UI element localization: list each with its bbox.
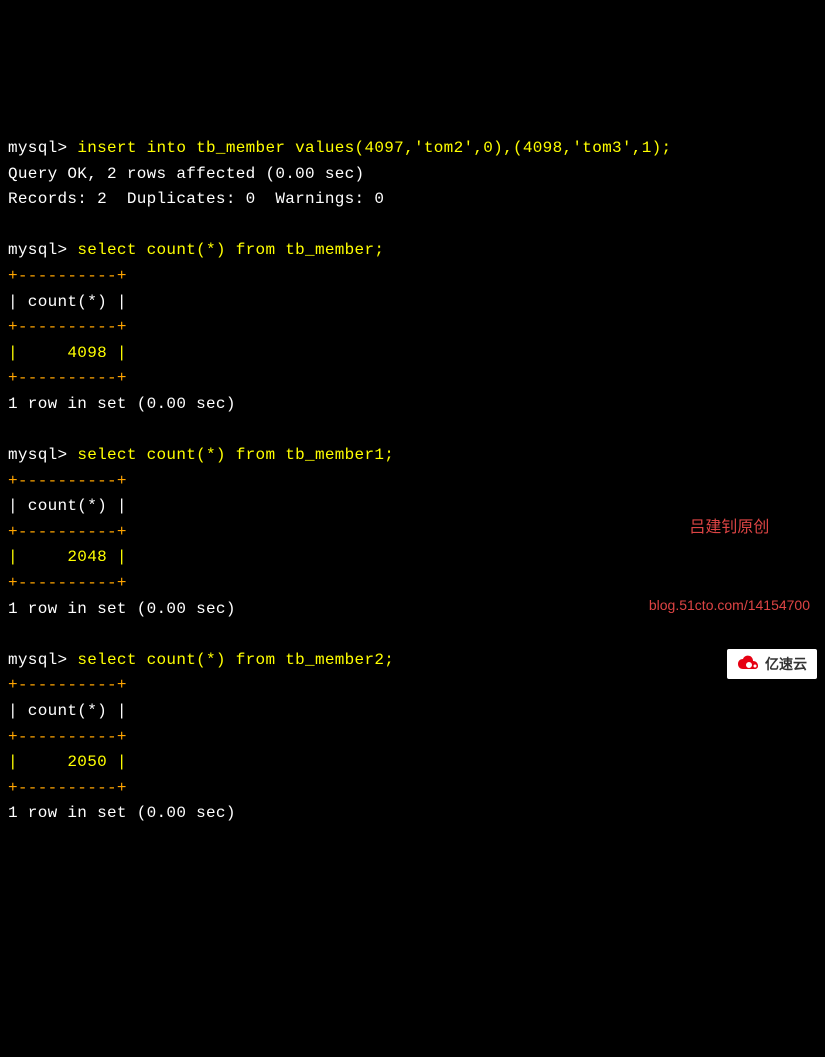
table-header: | count(*) | (8, 293, 127, 311)
sql-select-command: select count(*) from tb_member1; (77, 446, 394, 464)
table-border: +----------+ (8, 676, 127, 694)
table-border: +----------+ (8, 472, 127, 490)
mysql-prompt: mysql> select count(*) from tb_member2; (8, 651, 394, 669)
query-footer: 1 row in set (0.00 sec) (8, 395, 236, 413)
sql-insert-command: insert into tb_member values(4097,'tom2'… (77, 139, 671, 157)
watermark-url: blog.51cto.com/14154700 (649, 594, 810, 616)
table-border: +----------+ (8, 728, 127, 746)
table-border: +----------+ (8, 318, 127, 336)
table-border: +----------+ (8, 369, 127, 387)
cloud-icon (737, 655, 761, 673)
logo-text: 亿速云 (765, 653, 807, 675)
sql-select-command: select count(*) from tb_member; (77, 241, 384, 259)
table-border: +----------+ (8, 267, 127, 285)
table-border: +----------+ (8, 523, 127, 541)
table-border: +----------+ (8, 779, 127, 797)
table-value: | 2048 | (8, 548, 127, 566)
table-header: | count(*) | (8, 702, 127, 720)
sql-select-command: select count(*) from tb_member2; (77, 651, 394, 669)
mysql-prompt: mysql> insert into tb_member values(4097… (8, 139, 671, 157)
table-header: | count(*) | (8, 497, 127, 515)
mysql-prompt: mysql> select count(*) from tb_member; (8, 241, 384, 259)
query-footer: 1 row in set (0.00 sec) (8, 600, 236, 618)
table-value: | 2050 | (8, 753, 127, 771)
query-footer: 1 row in set (0.00 sec) (8, 804, 236, 822)
mysql-prompt: mysql> select count(*) from tb_member1; (8, 446, 394, 464)
table-value: | 4098 | (8, 344, 127, 362)
query-result: Query OK, 2 rows affected (0.00 sec) (8, 165, 364, 183)
query-records: Records: 2 Duplicates: 0 Warnings: 0 (8, 190, 384, 208)
site-logo: 亿速云 (727, 649, 817, 679)
watermark-author: 吕建钊原创 (649, 515, 810, 541)
watermark: 吕建钊原创 blog.51cto.com/14154700 (649, 464, 810, 642)
table-border: +----------+ (8, 574, 127, 592)
